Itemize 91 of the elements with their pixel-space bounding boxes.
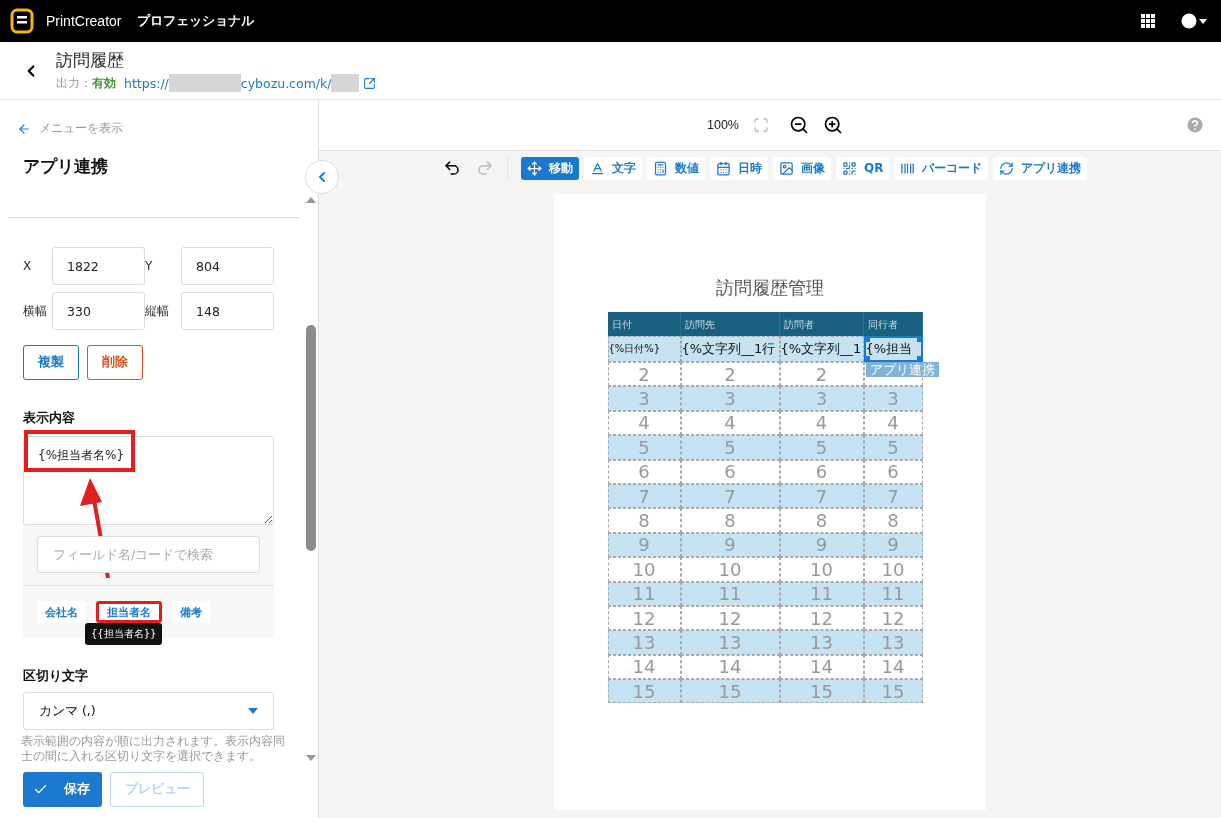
tool-button[interactable]: 日時 [710, 156, 768, 180]
page-title: 訪問履歴 [56, 49, 125, 72]
table-cell[interactable]: 8 [779, 508, 864, 533]
table-cell[interactable]: 3 [680, 386, 780, 411]
table-cell[interactable]: 8 [863, 508, 923, 533]
table-cell[interactable]: 8 [680, 508, 780, 533]
section-label: 区切り文字 [23, 668, 89, 685]
number-field[interactable]: 804 [181, 247, 274, 285]
field-chip[interactable]: 会社名 [37, 601, 86, 623]
redaction-block [331, 74, 360, 92]
table-cell[interactable]: 8 [607, 508, 681, 533]
table-cell[interactable]: 6 [680, 459, 780, 484]
field-label: 縦幅 [145, 302, 170, 320]
field-chip[interactable]: 備考 [172, 601, 210, 623]
calendar-icon [716, 160, 731, 176]
table-cell[interactable]: 13 [607, 630, 681, 655]
tool-button[interactable]: 移動 [521, 156, 579, 180]
zoom-level: 100% [707, 118, 739, 132]
table-cell[interactable]: 6 [863, 459, 923, 484]
move-icon [527, 160, 542, 176]
table-cell[interactable]: 13 [680, 630, 780, 655]
field-chip[interactable]: 担当者名 [96, 601, 162, 623]
zoom-out-icon[interactable] [789, 115, 809, 135]
table-cell[interactable]: 5 [863, 435, 923, 460]
show-menu-link[interactable]: メニューを表示 [17, 120, 304, 137]
tool-button[interactable]: バーコード [894, 156, 989, 180]
table-cell[interactable]: 3 [779, 386, 864, 411]
url-link[interactable]: cybozu.com/k/ [240, 75, 332, 91]
table-cell[interactable]: 15 [863, 679, 923, 704]
number-field[interactable]: 330 [52, 292, 145, 330]
tool-button[interactable]: 文字 [584, 156, 642, 180]
apps-grid-icon[interactable] [1141, 14, 1155, 28]
duplicate-button[interactable]: 複製 [23, 345, 79, 380]
output-label: 出力： [56, 74, 92, 92]
content-field[interactable]: {%担当者名%} [23, 436, 274, 525]
table-cell[interactable]: 3 [863, 386, 923, 411]
table-cell[interactable]: 13 [779, 630, 864, 655]
tool-button[interactable]: 数値 [647, 156, 705, 180]
edition-label: プロフェッショナル [137, 12, 255, 30]
table-cell[interactable]: 10 [863, 557, 923, 582]
url-link[interactable]: https:// [124, 75, 169, 91]
table-cell[interactable]: 6 [607, 459, 681, 484]
number-field[interactable]: 1822 [52, 247, 145, 285]
collapse-button[interactable] [305, 160, 339, 194]
table-cell[interactable]: 13 [863, 630, 923, 655]
field-label: 横幅 [23, 302, 48, 320]
table-cell[interactable]: 10 [680, 557, 780, 582]
table-cell[interactable]: 15 [607, 679, 681, 704]
app-name: PrintCreator [46, 13, 122, 29]
qr-code-icon [842, 160, 857, 176]
table-cell[interactable]: 11 [779, 581, 864, 606]
table-cell[interactable]: 10 [779, 557, 864, 582]
field-label: X [23, 259, 33, 273]
table-cell[interactable]: 10 [607, 557, 681, 582]
separator-select[interactable]: カンマ (,) [23, 692, 274, 730]
document-title: 訪問履歴管理 [716, 276, 824, 300]
logo-icon [10, 8, 34, 34]
external-link-icon[interactable] [363, 76, 377, 90]
tool-button[interactable]: QR [836, 156, 890, 180]
number-field[interactable]: 148 [181, 292, 274, 330]
zoom-in-icon[interactable] [823, 115, 843, 135]
table-cell[interactable]: 11 [607, 581, 681, 606]
table-cell[interactable]: 11 [680, 581, 780, 606]
table-cell[interactable]: 6 [779, 459, 864, 484]
help-text: 表示範囲の内容が順に出力されます。表示内容同士の間に入れる区切り文字を選択できます。 [21, 734, 286, 764]
field-label: Y [145, 259, 154, 273]
refresh-icon [999, 160, 1015, 176]
account-icon[interactable] [1179, 11, 1207, 31]
delete-button[interactable]: 削除 [87, 345, 143, 380]
tool-button[interactable]: アプリ連携 [993, 156, 1088, 180]
output-status: 有効 [92, 74, 116, 92]
tool-button[interactable]: 画像 [773, 156, 831, 180]
selection-tooltip: アプリ連携 [865, 362, 939, 377]
table-cell[interactable]: 5 [680, 435, 780, 460]
table-cell[interactable]: 3 [607, 386, 681, 411]
table-cell[interactable]: 15 [779, 679, 864, 704]
tooltip: {{担当者名}} [85, 623, 163, 645]
barcode-icon [900, 160, 916, 176]
table-cell[interactable]: 5 [607, 435, 681, 460]
undo-icon[interactable] [443, 159, 461, 177]
text-icon [590, 160, 605, 176]
image-icon [779, 160, 794, 176]
panel-title: アプリ連携 [23, 155, 109, 178]
caret-icon [248, 708, 258, 714]
section-label: 表示内容 [23, 410, 76, 427]
search-field[interactable]: フィールド名/コードで検索 [37, 536, 260, 573]
save-button[interactable]: 保存 [23, 772, 102, 807]
table-cell[interactable]: 5 [779, 435, 864, 460]
table-cell[interactable]: 11 [863, 581, 923, 606]
calculator-icon [653, 160, 668, 176]
table-cell[interactable]: 15 [680, 679, 780, 704]
